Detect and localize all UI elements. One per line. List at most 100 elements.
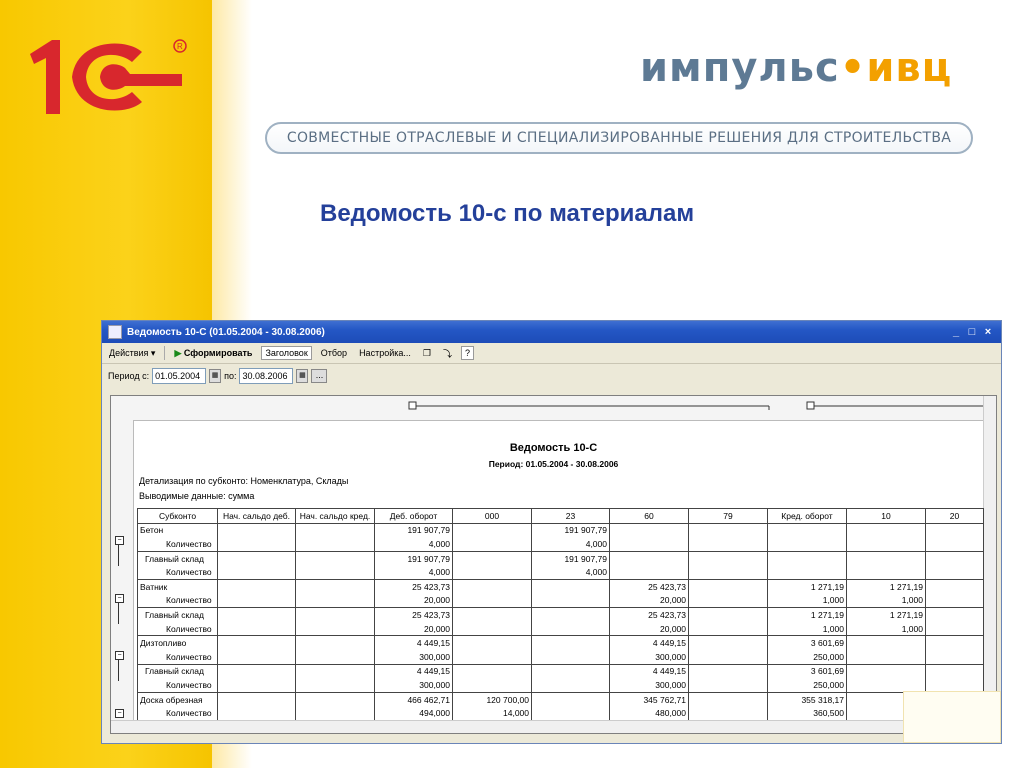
- table-cell: 1 271,19: [846, 578, 926, 594]
- table-cell: 4 449,15: [609, 635, 689, 650]
- spreadsheet[interactable]: − − − − Ведомость 10-С Период: 01.05.200…: [110, 395, 997, 734]
- table-cell: [609, 522, 689, 538]
- header-button[interactable]: Заголовок: [261, 346, 312, 360]
- table-cell: [609, 537, 689, 552]
- table-cell: [767, 550, 847, 566]
- table-cell: 4 449,15: [374, 635, 453, 650]
- table-cell: [452, 578, 532, 594]
- table-cell: [295, 537, 375, 552]
- table-cell: [688, 522, 768, 538]
- calendar-icon[interactable]: ▦: [296, 369, 309, 383]
- table-cell: [217, 578, 296, 594]
- table-cell: 1 271,19: [846, 607, 926, 622]
- table-header: Субконто Нач. сальдо деб. Нач. сальдо кред…: [137, 508, 984, 524]
- table-cell: [688, 635, 768, 650]
- table-cell: [846, 565, 926, 580]
- slide-title: Ведомость 10-с по материалам: [320, 200, 695, 227]
- table-cell: [925, 621, 984, 636]
- table-cell: [688, 550, 768, 566]
- table-cell: [925, 635, 984, 650]
- table-cell: 360,500: [767, 706, 847, 720]
- filter-button[interactable]: Отбор: [318, 347, 350, 359]
- table-cell: [217, 537, 296, 552]
- report-window: Ведомость 10-С (01.05.2004 - 30.08.2006)…: [101, 320, 1002, 744]
- table-cell: [846, 663, 926, 679]
- play-icon: ▶: [174, 347, 184, 358]
- table-cell: 25 423,73: [374, 578, 453, 594]
- table-cell: 355 318,17: [767, 691, 847, 707]
- column-header: 10: [846, 508, 926, 524]
- table-cell: 20,000: [374, 593, 453, 608]
- table-cell: [531, 678, 610, 693]
- table-cell: 4,000: [374, 537, 453, 552]
- table-cell: [767, 537, 847, 552]
- table-row: Количество494,00014,000480,000360,500360: [137, 706, 984, 720]
- table-row: Главный склад 191 907,79 191 907,79: [137, 550, 984, 566]
- generate-button[interactable]: ▶ Сформировать: [171, 347, 255, 360]
- help-button[interactable]: ?: [460, 346, 474, 360]
- table-cell: [688, 593, 768, 608]
- table-cell: [217, 550, 296, 566]
- table-cell: [452, 522, 532, 538]
- table-cell: [531, 578, 610, 594]
- table-cell: [925, 578, 984, 594]
- actions-menu[interactable]: Действия ▾: [106, 347, 158, 360]
- close-button[interactable]: ×: [981, 326, 995, 338]
- minimize-button[interactable]: _: [949, 326, 963, 338]
- table-cell: [295, 635, 375, 650]
- column-header: Нач. сальдо кред.: [295, 508, 375, 524]
- table-cell: [452, 649, 532, 665]
- table-cell: [925, 550, 984, 566]
- window-titlebar[interactable]: Ведомость 10-С (01.05.2004 - 30.08.2006)…: [102, 321, 1001, 343]
- row-label: Количество: [137, 593, 218, 608]
- maximize-button[interactable]: □: [965, 326, 979, 338]
- table-cell: 4,000: [531, 565, 610, 580]
- collapse-icon[interactable]: −: [115, 594, 124, 603]
- table-cell: [295, 678, 375, 693]
- table-cell: 300,000: [609, 649, 689, 665]
- table-cell: [925, 537, 984, 552]
- column-header: Кред. оборот: [767, 508, 847, 524]
- period-to-field[interactable]: 30.08.2006: [239, 368, 294, 384]
- settings-button[interactable]: Настройка...: [356, 347, 414, 359]
- report-period: Период: 01.05.2004 - 30.08.2006: [488, 459, 619, 469]
- column-header: 60: [609, 508, 689, 524]
- table-cell: [925, 663, 984, 679]
- table-cell: [295, 649, 375, 665]
- column-header: 000: [452, 508, 532, 524]
- table-cell: [452, 621, 532, 636]
- table-cell: [452, 550, 532, 566]
- table-cell: [295, 565, 375, 580]
- table-cell: 480,000: [609, 706, 689, 720]
- row-label: Доска обрезная: [137, 691, 218, 707]
- collapse-icon[interactable]: −: [115, 651, 124, 660]
- table-cell: [531, 607, 610, 622]
- table-cell: [688, 649, 768, 665]
- column-header: 20: [925, 508, 984, 524]
- table-cell: 466 462,71: [374, 691, 453, 707]
- row-label: Количество: [137, 621, 218, 636]
- table-cell: [452, 565, 532, 580]
- collapse-icon[interactable]: −: [115, 709, 124, 718]
- table-cell: [217, 621, 296, 636]
- copy-icon[interactable]: ❐: [420, 347, 434, 360]
- table-cell: 3 601,69: [767, 663, 847, 679]
- row-label: Количество: [137, 678, 218, 693]
- collapse-icon[interactable]: −: [115, 536, 124, 545]
- table-cell: 250,000: [767, 678, 847, 693]
- table-cell: [217, 678, 296, 693]
- table-cell: 4 449,15: [609, 663, 689, 679]
- table-row: Количество 4,000 4,000: [137, 537, 984, 552]
- calendar-icon[interactable]: ▦: [209, 369, 222, 383]
- column-header: 79: [688, 508, 768, 524]
- table-row: Главный склад 4 449,15 4 449,15 3 601,69: [137, 663, 984, 679]
- horizontal-scrollbar[interactable]: [111, 720, 996, 733]
- table-cell: [846, 635, 926, 650]
- table-cell: [688, 706, 768, 720]
- period-from-field[interactable]: 01.05.2004: [152, 368, 207, 384]
- table-cell: 120 700,00: [452, 691, 532, 707]
- period-select-button[interactable]: ...: [311, 369, 328, 383]
- table-cell: 4,000: [374, 565, 453, 580]
- refresh-icon[interactable]: ⤵: [440, 346, 455, 361]
- table-cell: [688, 663, 768, 679]
